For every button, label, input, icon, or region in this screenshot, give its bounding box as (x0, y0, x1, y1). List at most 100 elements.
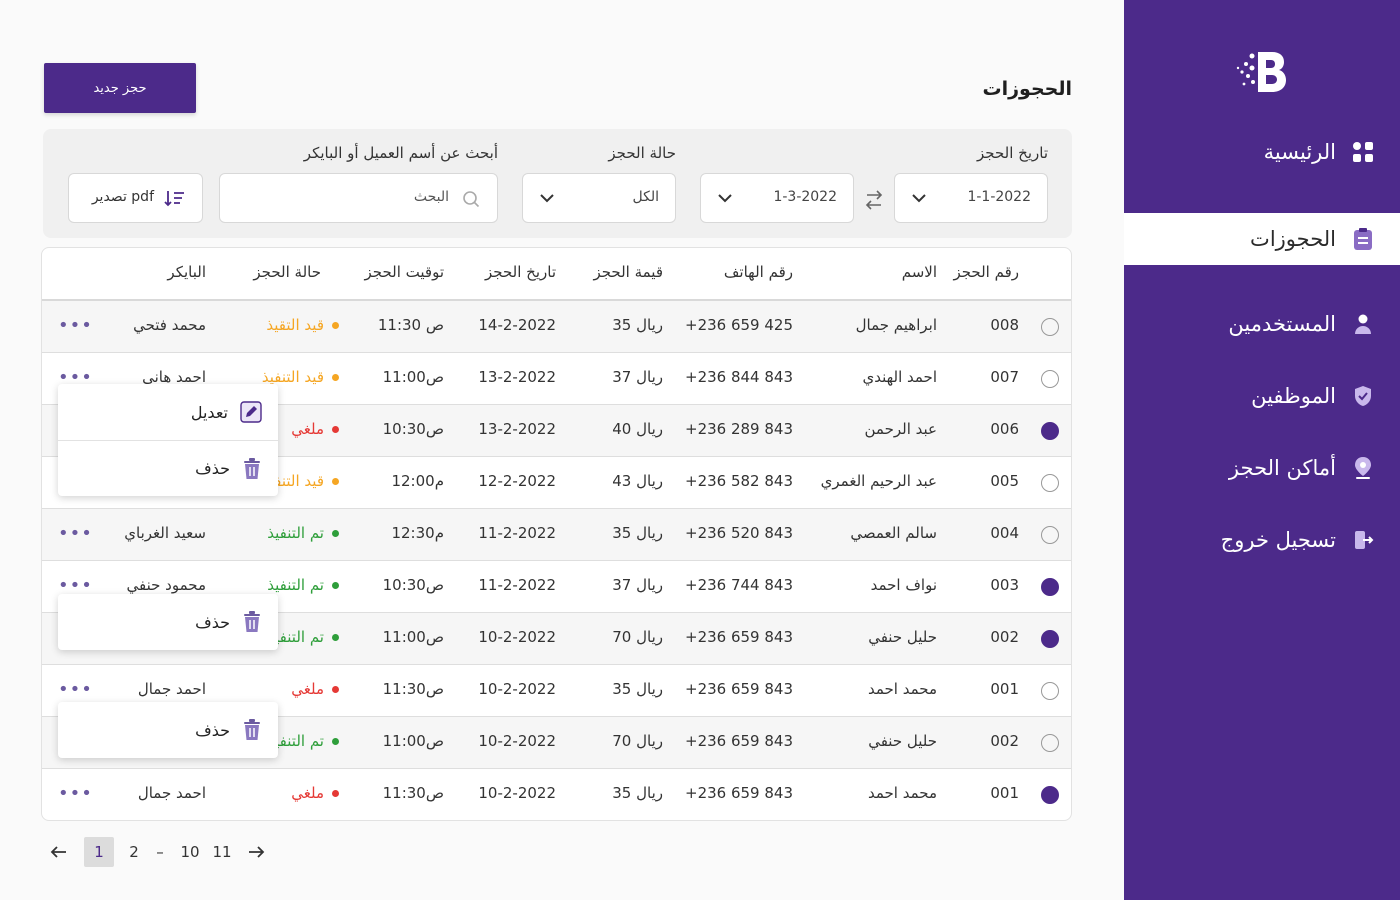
edit-menu-item[interactable]: تعديل (58, 384, 278, 440)
cell-phone: +236 520 843 (685, 524, 793, 542)
cell-name: محمد احمد (867, 784, 937, 802)
cell-number: 005 (990, 472, 1019, 490)
cell-name: محمد احمد (867, 680, 937, 698)
status-select[interactable]: الكل (522, 173, 676, 223)
cell-number: 002 (990, 628, 1019, 646)
status-text: ملغي (291, 420, 324, 438)
more-actions-icon[interactable]: ••• (58, 679, 93, 700)
row-actions-menu: حذف (58, 594, 278, 650)
status-dot (332, 321, 339, 329)
chevron-down-icon (718, 194, 732, 203)
more-actions-icon[interactable]: ••• (58, 523, 93, 544)
cell-amount: 35 ريال (612, 316, 663, 334)
date-from-select[interactable]: 1-1-2022 (894, 173, 1048, 223)
header-date: تاريخ الحجز (485, 263, 556, 281)
sidebar-item-label: تسجيل خروج (1220, 528, 1336, 552)
export-pdf-button[interactable]: تصدير pdf (68, 173, 203, 223)
search-label: أبحث عن أسم العميل أو البايكر (303, 144, 498, 162)
status-text: تم التنفيذ (267, 524, 324, 542)
cell-number: 006 (990, 420, 1019, 438)
prev-page-arrow-icon[interactable] (44, 837, 74, 867)
row-checkbox[interactable] (1041, 630, 1059, 648)
cell-time: 12:30م (391, 524, 444, 542)
sidebar-item-employees[interactable]: الموظفين (1124, 370, 1400, 422)
cell-biker: احمد جمال (137, 680, 206, 698)
date-to-select[interactable]: 1-3-2022 (700, 173, 854, 223)
delete-label: حذف (195, 720, 230, 740)
swap-icon[interactable] (865, 189, 883, 211)
sidebar-item-bookings[interactable]: الحجوزات (1124, 213, 1400, 265)
delete-menu-item[interactable]: حذف (58, 594, 278, 650)
cell-number: 001 (990, 784, 1019, 802)
cell-date: 13-2-2022 (478, 368, 556, 386)
cell-number: 003 (990, 576, 1019, 594)
row-checkbox[interactable] (1041, 578, 1059, 596)
delete-menu-item[interactable]: حذف (58, 440, 278, 496)
row-checkbox[interactable] (1041, 370, 1059, 388)
sort-export-icon (164, 191, 184, 207)
cell-name: حليل حنفي (868, 628, 937, 646)
status-text: قيد التقيذ (266, 316, 324, 334)
new-booking-button[interactable]: حجز جديد (44, 63, 196, 113)
more-actions-icon[interactable]: ••• (58, 575, 93, 596)
sidebar-item-label: الحجوزات (1250, 227, 1336, 251)
cell-time: 11:00ص (382, 732, 444, 750)
table-row[interactable]: 001 محمد احمد +236 659 843 35 ريال 10-2-2022… (42, 769, 1071, 820)
sidebar-item-users[interactable]: المستخدمين (1124, 298, 1400, 350)
filter-panel: تاريخ الحجز حالة الحجز أبحث عن أسم العمي… (43, 129, 1072, 238)
trash-icon (244, 457, 260, 479)
status-filter-label: حالة الحجز (608, 144, 676, 162)
next-page-arrow-icon[interactable] (241, 837, 271, 867)
header-status: حالة الحجز (253, 263, 321, 281)
row-actions-menu: حذف (58, 702, 278, 758)
status-badge: تم التنفيذ (267, 732, 339, 750)
chevron-down-icon (912, 194, 926, 203)
export-label: تصدير pdf (91, 189, 154, 205)
cell-phone: +236 289 843 (685, 420, 793, 438)
page-button[interactable]: 10 (175, 837, 205, 867)
cell-amount: 43 ريال (612, 472, 663, 490)
row-checkbox[interactable] (1041, 474, 1059, 492)
search-icon (463, 191, 480, 208)
cell-biker: محمد فتحي (133, 316, 206, 334)
cell-number: 007 (990, 368, 1019, 386)
sidebar-item-home[interactable]: الرئيسية (1124, 126, 1400, 178)
more-actions-icon[interactable]: ••• (58, 783, 93, 804)
cell-amount: 35 ريال (612, 524, 663, 542)
row-checkbox[interactable] (1041, 786, 1059, 804)
row-checkbox[interactable] (1041, 318, 1059, 336)
table-row[interactable]: 004 سالم العمصي +236 520 843 35 ريال 11-2-20… (42, 509, 1071, 561)
sidebar-item-logout[interactable]: تسجيل خروج (1124, 514, 1400, 566)
row-checkbox[interactable] (1041, 734, 1059, 752)
sidebar-item-label: الموظفين (1251, 384, 1336, 408)
grid-icon (1350, 139, 1376, 165)
sidebar-item-label: أماكن الحجز (1228, 456, 1336, 480)
row-checkbox[interactable] (1041, 422, 1059, 440)
cell-phone: +236 582 843 (685, 472, 793, 490)
cell-date: 12-2-2022 (478, 472, 556, 490)
page-button[interactable]: 2 (119, 837, 149, 867)
cell-date: 10-2-2022 (478, 732, 556, 750)
page-ellipsis: – (156, 843, 164, 861)
user-icon (1350, 311, 1376, 337)
cell-number: 002 (990, 732, 1019, 750)
trash-icon (244, 611, 260, 632)
delete-menu-item[interactable]: حذف (58, 702, 278, 758)
cell-amount: 70 ريال (612, 732, 663, 750)
cell-phone: +236 659 843 (685, 680, 793, 698)
row-checkbox[interactable] (1041, 682, 1059, 700)
page-button[interactable]: 11 (207, 837, 237, 867)
status-dot (332, 425, 339, 433)
header-number: رقم الحجز (953, 263, 1019, 281)
status-badge: تم التنفيذ (267, 576, 339, 594)
cell-date: 10-2-2022 (478, 680, 556, 698)
cell-phone: +236 659 425 (685, 316, 793, 334)
logout-icon (1350, 527, 1376, 553)
cell-number: 001 (990, 680, 1019, 698)
search-input[interactable]: البحث (219, 173, 498, 223)
table-row[interactable]: 008 ابراهيم جمال +236 659 425 35 ريال 14-2-2… (42, 301, 1071, 353)
sidebar-item-locations[interactable]: أماكن الحجز (1124, 442, 1400, 494)
row-checkbox[interactable] (1041, 526, 1059, 544)
page-button[interactable]: 1 (84, 837, 114, 867)
more-actions-icon[interactable]: ••• (58, 315, 93, 336)
